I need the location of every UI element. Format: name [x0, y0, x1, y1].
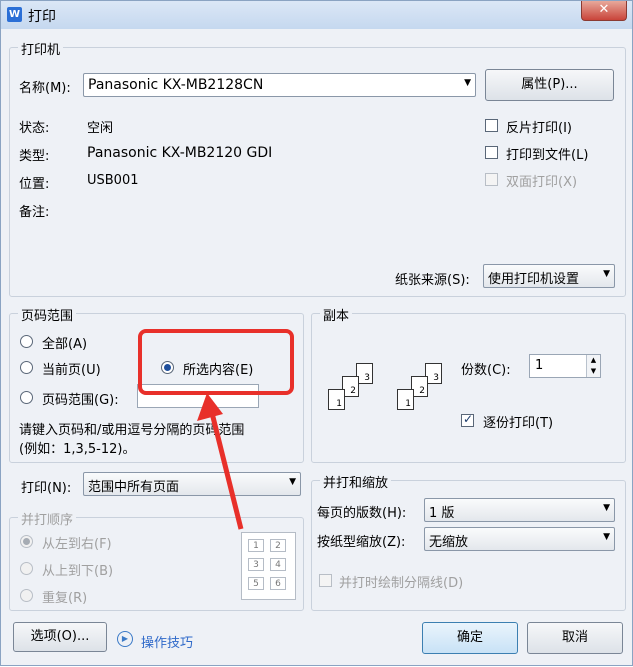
print-dialog: W 打印 ✕ 打印机 名称(M): Panasonic KX-MB2128CN …	[0, 0, 633, 666]
annotation-arrow-head	[197, 393, 223, 421]
annotation-overlay	[138, 329, 294, 530]
highlight-box	[138, 329, 294, 395]
annotation-arrow-shaft	[207, 404, 244, 530]
